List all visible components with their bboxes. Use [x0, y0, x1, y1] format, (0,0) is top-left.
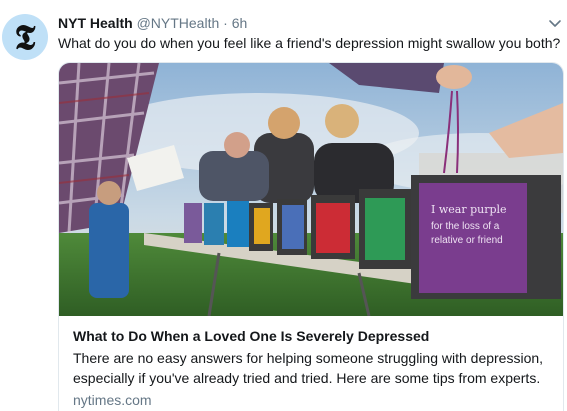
chevron-down-icon[interactable] — [547, 15, 563, 31]
link-card[interactable]: I wear purple for the loss of a relative… — [58, 62, 564, 411]
card-domain: nytimes.com — [73, 392, 152, 408]
card-body: What to Do When a Loved One Is Severely … — [73, 327, 563, 410]
author-handle[interactable]: @NYTHealth — [137, 15, 220, 31]
sign-line-1: I wear purple — [431, 203, 507, 216]
timestamp[interactable]: 6h — [232, 15, 248, 31]
card-description: There are no easy answers for helping so… — [73, 350, 544, 386]
sign-line-2: for the loss of a — [431, 221, 500, 232]
card-title: What to Do When a Loved One Is Severely … — [73, 328, 430, 344]
tweet-header: NYT Health @NYTHealth · 6h — [58, 13, 247, 33]
tweet[interactable]: 𝕿 NYT Health @NYTHealth · 6h What do you… — [0, 0, 567, 411]
tweet-text: What do you do when you feel like a frie… — [58, 35, 561, 51]
sign-line-3: relative or friend — [431, 235, 503, 246]
author-name[interactable]: NYT Health — [58, 15, 133, 31]
separator: · — [223, 15, 228, 31]
nyt-logo-icon: 𝕿 — [14, 18, 36, 58]
card-image[interactable]: I wear purple for the loss of a relative… — [59, 63, 563, 316]
avatar[interactable]: 𝕿 — [2, 14, 48, 60]
